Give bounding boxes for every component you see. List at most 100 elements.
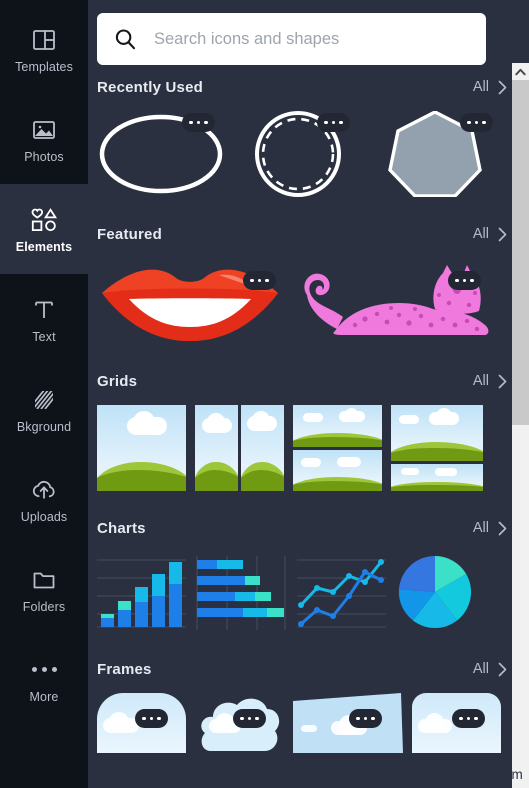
search-input[interactable] <box>152 28 470 50</box>
left-sidebar: Templates Photos Elements Text Bkground … <box>0 0 88 788</box>
thumbnail-row <box>88 102 529 197</box>
section-all-label: All <box>472 520 489 536</box>
section-header: Featured All <box>88 219 529 249</box>
grid-layout-stacked[interactable] <box>391 405 483 491</box>
chevron-right-icon <box>498 80 507 94</box>
more-options-icon[interactable] <box>460 113 493 132</box>
watermark: wsxdn.com <box>453 767 523 782</box>
more-options-icon[interactable] <box>233 709 266 728</box>
section-all-label: All <box>472 661 489 677</box>
search-icon <box>113 27 138 52</box>
more-options-icon[interactable] <box>135 709 168 728</box>
sidebar-item-label: Bkground <box>16 419 72 434</box>
cloud-shape <box>301 725 317 732</box>
more-options-icon[interactable] <box>448 271 481 290</box>
sidebar-item-text[interactable]: Text <box>0 274 88 364</box>
sidebar-item-photos[interactable]: Photos <box>0 94 88 184</box>
section-all-link[interactable]: All <box>473 79 507 95</box>
sidebar-item-elements[interactable]: Elements <box>0 170 88 288</box>
frame-cloud-blob[interactable] <box>195 693 284 753</box>
chevron-right-icon <box>498 521 507 535</box>
sidebar-item-label: Elements <box>15 239 73 254</box>
more-options-icon[interactable] <box>243 271 276 290</box>
section-header: Frames All <box>88 654 529 684</box>
sidebar-item-label: Templates <box>15 59 73 74</box>
stacked-bar-chart-thumb[interactable] <box>97 552 186 632</box>
section-all-link[interactable]: All <box>473 226 507 242</box>
elements-icon <box>29 205 59 235</box>
frame-rounded-rectangle[interactable] <box>412 693 501 753</box>
section-header: Recently Used All <box>88 72 529 102</box>
frame-rounded-square[interactable] <box>97 693 186 753</box>
ellipse-outline-shape[interactable] <box>97 111 225 197</box>
thumbnail-row <box>88 249 529 344</box>
photos-icon <box>29 115 59 145</box>
grid-layout-two-columns[interactable] <box>195 405 284 491</box>
section-charts: Charts All <box>88 513 529 632</box>
scrollbar-up-arrow[interactable] <box>512 63 529 80</box>
section-all-label: All <box>472 79 489 95</box>
scrollbar-thumb[interactable] <box>512 80 529 425</box>
section-recently-used: Recently Used All <box>88 72 529 197</box>
more-options-icon[interactable] <box>349 709 382 728</box>
pie-chart-thumb[interactable] <box>395 552 475 632</box>
panel-scrollbar[interactable] <box>512 63 529 788</box>
section-all-label: All <box>472 226 489 242</box>
section-title: Frames <box>97 660 152 678</box>
pink-leopard-illustration[interactable] <box>291 258 491 344</box>
section-featured: Featured All <box>88 219 529 344</box>
section-all-link[interactable]: All <box>473 373 507 389</box>
app-root: Templates Photos Elements Text Bkground … <box>0 0 529 788</box>
cloud-shape <box>425 713 444 732</box>
chevron-right-icon <box>498 374 507 388</box>
elements-panel: Recently Used All <box>88 0 529 788</box>
chevron-right-icon <box>498 227 507 241</box>
sections-scroll-area: Recently Used All Featured All Grids All… <box>88 72 529 753</box>
dashed-circle-shape[interactable] <box>234 111 362 197</box>
sidebar-item-uploads[interactable]: Uploads <box>0 454 88 544</box>
horizontal-bar-chart-thumb[interactable] <box>195 552 288 632</box>
grid-layout-single[interactable] <box>97 405 186 491</box>
chevron-up-icon <box>515 68 526 75</box>
templates-icon <box>29 25 59 55</box>
section-title: Featured <box>97 225 162 243</box>
section-grids: Grids All <box>88 366 529 491</box>
folders-icon <box>29 565 59 595</box>
red-lips-illustration[interactable] <box>97 258 282 344</box>
section-frames: Frames All <box>88 654 529 753</box>
sidebar-item-label: More <box>29 689 59 704</box>
section-header: Charts All <box>88 513 529 543</box>
section-header: Grids All <box>88 366 529 396</box>
sidebar-item-label: Uploads <box>20 509 68 524</box>
search-bar[interactable] <box>97 13 486 65</box>
thumbnail-row <box>88 684 529 753</box>
section-all-link[interactable]: All <box>473 520 507 536</box>
section-title: Charts <box>97 519 146 537</box>
sidebar-item-label: Photos <box>24 149 64 164</box>
frame-skewed-rectangle[interactable] <box>293 693 403 753</box>
section-title: Grids <box>97 372 138 390</box>
sidebar-item-bkground[interactable]: Bkground <box>0 364 88 454</box>
thumbnail-row <box>88 543 529 632</box>
text-icon <box>29 295 59 325</box>
section-all-label: All <box>472 373 489 389</box>
more-options-icon[interactable] <box>182 113 215 132</box>
section-title: Recently Used <box>97 78 203 96</box>
thumbnail-row <box>88 396 529 491</box>
more-options-icon[interactable] <box>317 113 350 132</box>
filled-heptagon-shape[interactable] <box>371 111 499 197</box>
sidebar-item-label: Folders <box>22 599 66 614</box>
sidebar-item-templates[interactable]: Templates <box>0 4 88 94</box>
sidebar-item-more[interactable]: More <box>0 634 88 724</box>
more-options-icon[interactable] <box>452 709 485 728</box>
sidebar-item-folders[interactable]: Folders <box>0 544 88 634</box>
chevron-right-icon <box>498 662 507 676</box>
sidebar-item-label: Text <box>32 329 56 344</box>
cloud-shape <box>215 713 234 732</box>
grid-layout-two-rows[interactable] <box>293 405 382 491</box>
uploads-icon <box>29 475 59 505</box>
background-icon <box>29 385 59 415</box>
section-all-link[interactable]: All <box>473 661 507 677</box>
line-chart-thumb[interactable] <box>297 552 386 632</box>
more-dots-icon <box>29 655 59 685</box>
